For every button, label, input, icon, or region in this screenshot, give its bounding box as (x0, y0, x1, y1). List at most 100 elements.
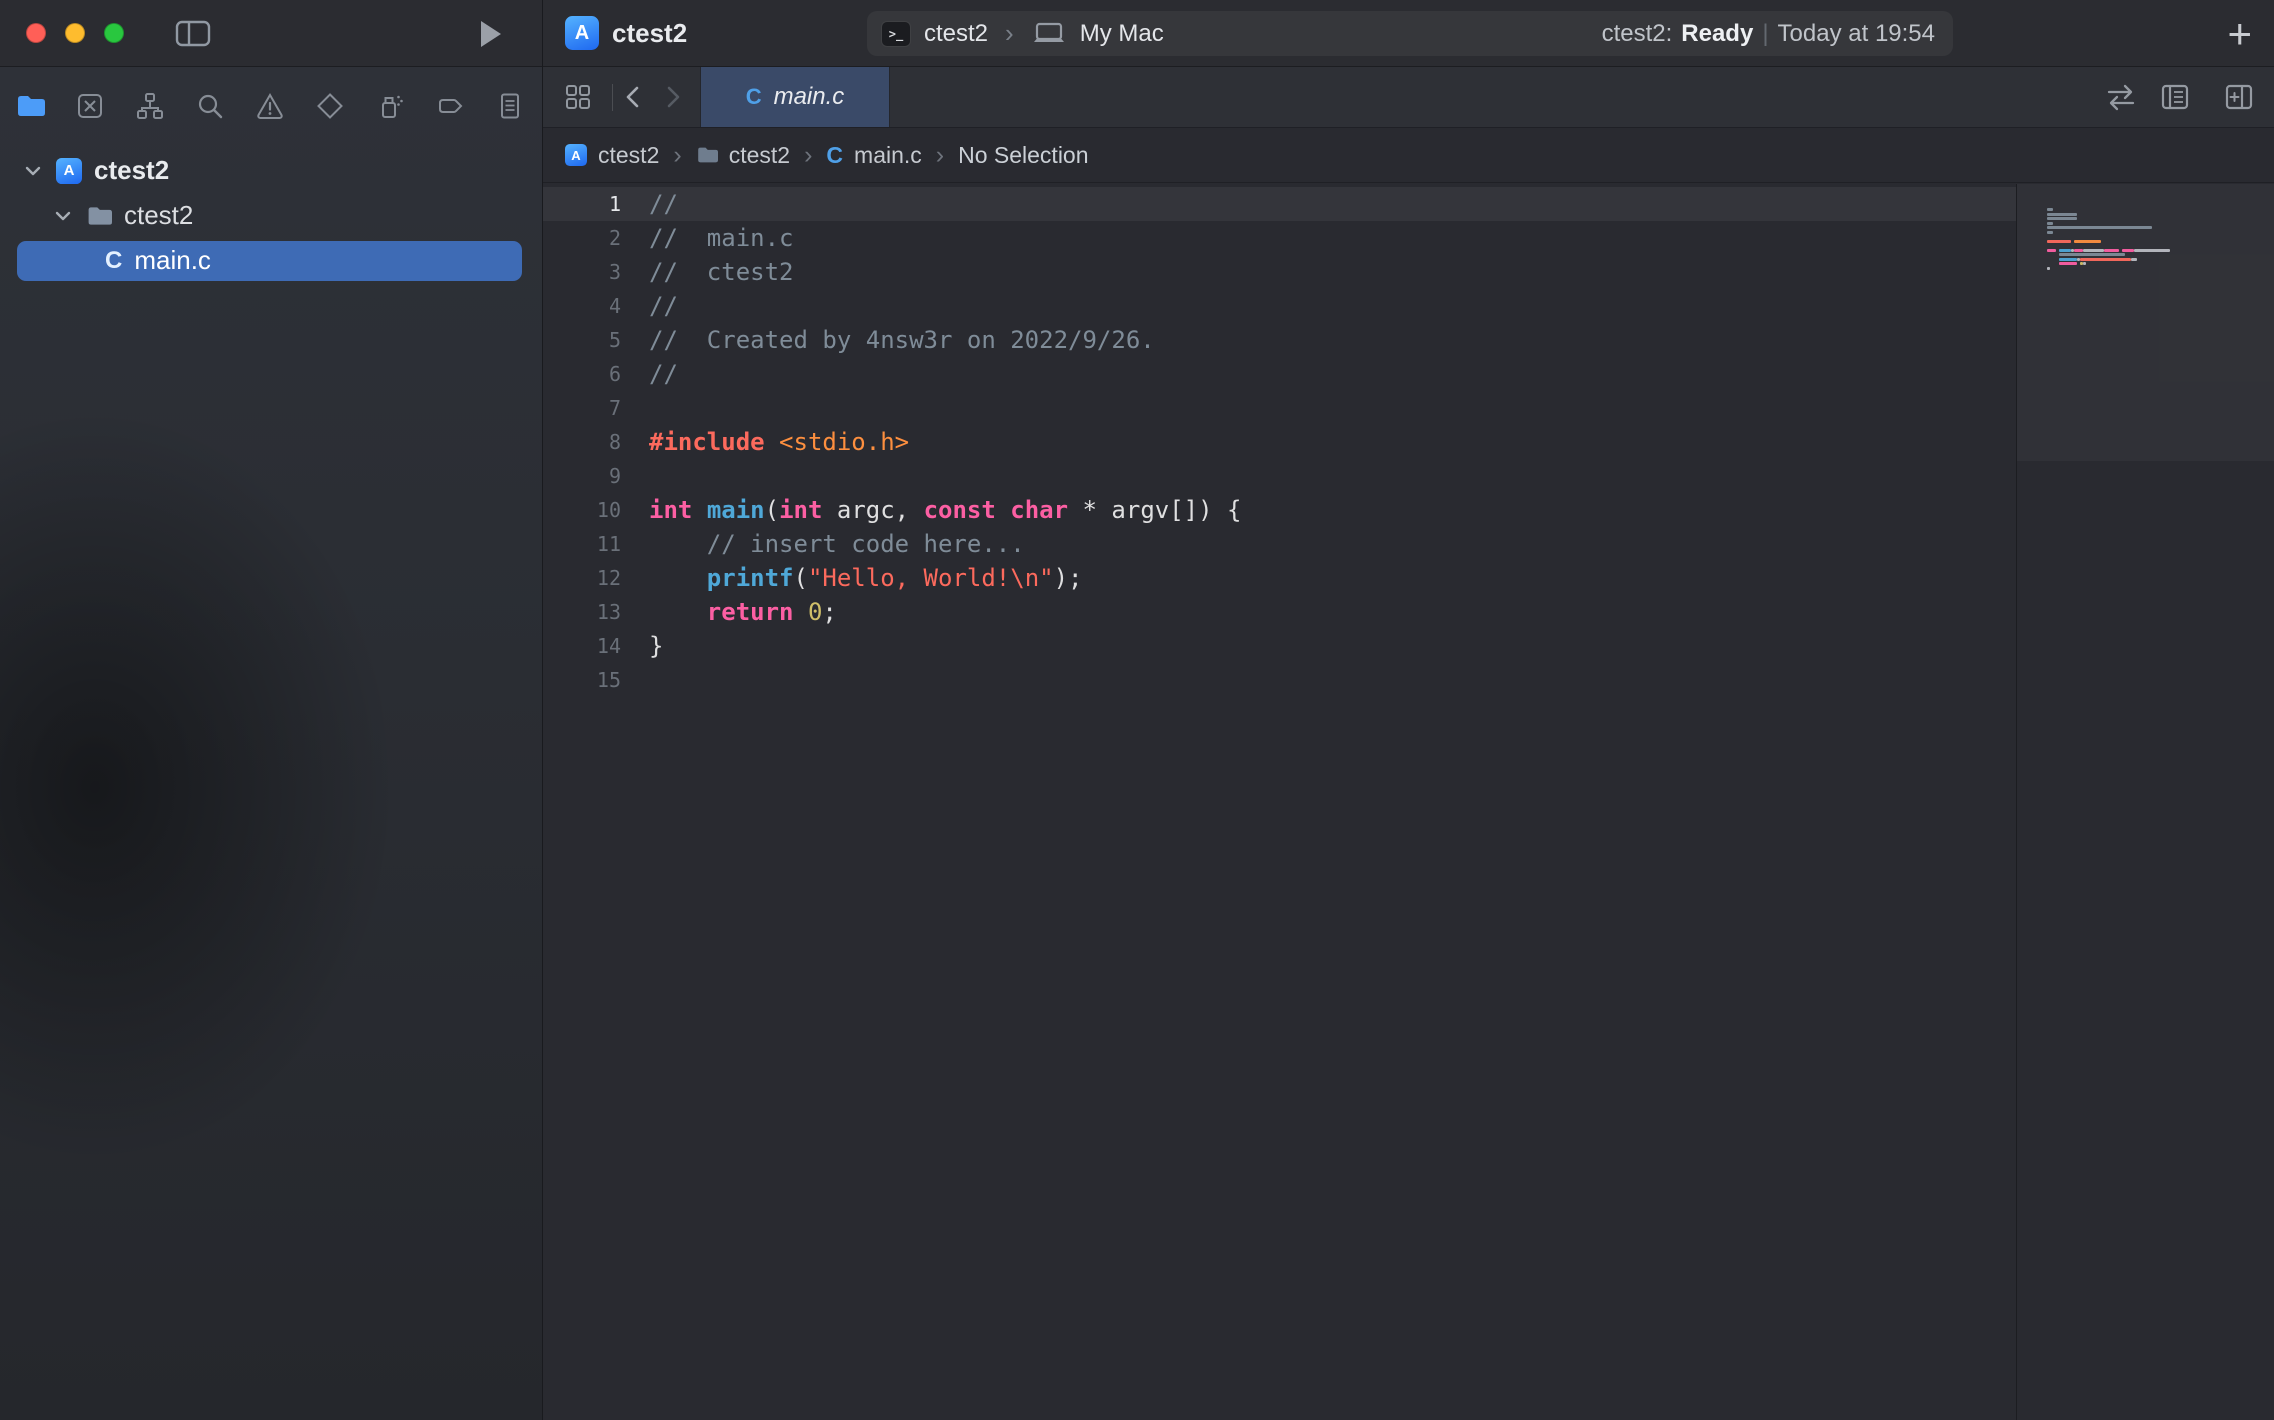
status-time-label: Today at 19:54 (1778, 20, 1935, 48)
disclosure-chevron-icon[interactable] (52, 205, 74, 227)
status-project-label: ctest2: (1602, 20, 1673, 48)
navigator-sidebar: A ctest2 ctest2 C main.c (0, 67, 542, 1420)
sidebar-toggle-icon (174, 18, 212, 48)
xcode-app-icon: A (565, 16, 599, 50)
line-text: return 0; (649, 595, 837, 629)
scheme-and-status-pill: >_ ctest2 › My Mac ctest2: Ready | Today… (867, 11, 1953, 56)
add-editor-icon (2222, 81, 2256, 113)
activity-status[interactable]: ctest2: Ready | Today at 19:54 (1602, 20, 1953, 48)
source-control-navigator-button[interactable] (75, 91, 105, 121)
code-line-14[interactable]: 14} (543, 629, 2016, 663)
compare-arrows-icon (2104, 81, 2138, 113)
report-document-icon (495, 91, 525, 121)
chevron-right-icon: › (933, 141, 947, 170)
line-number: 8 (543, 425, 621, 459)
chevron-right-icon (659, 82, 687, 112)
code-line-3[interactable]: 3// ctest2 (543, 255, 2016, 289)
line-text: // insert code here... (649, 527, 1025, 561)
code-line-10[interactable]: 10 int main(int argc, const char * argv[]… (543, 493, 2016, 527)
code-line-6[interactable]: 6// (543, 357, 2016, 391)
line-number: 12 (543, 561, 621, 595)
close-window-button[interactable] (26, 23, 46, 43)
editor-options-icon (2158, 81, 2192, 113)
terminal-scheme-icon: >_ (881, 21, 911, 47)
folder-icon (696, 144, 718, 166)
line-text: // Created by 4nsw3r on 2022/9/26. (649, 323, 1155, 357)
minimap[interactable] (2017, 184, 2274, 1420)
report-navigator-button[interactable] (495, 91, 525, 121)
debug-navigator-button[interactable] (375, 91, 405, 121)
toolbar-separator (612, 84, 613, 111)
code-line-2[interactable]: 2// main.c (543, 221, 2016, 255)
line-number: 6 (543, 357, 621, 391)
line-text: // (649, 187, 678, 221)
status-divider: | (1762, 20, 1768, 48)
disclosure-chevron-icon[interactable] (22, 160, 44, 182)
zoom-window-button[interactable] (104, 23, 124, 43)
code-line-12[interactable]: 12 printf("Hello, World!\n"); (543, 561, 2016, 595)
line-number: 13 (543, 595, 621, 629)
c-file-icon: C (826, 142, 843, 169)
code-line-8[interactable]: 8 #include <stdio.h> (543, 425, 2016, 459)
code-line-13[interactable]: 13 return 0; (543, 595, 2016, 629)
related-items-button[interactable] (563, 82, 593, 112)
find-navigator-button[interactable] (195, 91, 225, 121)
source-control-icon (75, 91, 105, 121)
grid-icon (563, 82, 593, 112)
scheme-target-label[interactable]: ctest2 (924, 20, 988, 48)
breadcrumb-project[interactable]: ctest2 (598, 142, 659, 169)
code-line-1[interactable]: 1// (543, 187, 2016, 221)
run-button[interactable] (477, 19, 503, 49)
breakpoint-tag-icon (435, 91, 465, 121)
sidebar-divider[interactable] (542, 0, 543, 1420)
code-line-4[interactable]: 4// (543, 289, 2016, 323)
code-line-15[interactable]: 15 (543, 663, 2016, 697)
line-text: #include <stdio.h> (649, 425, 909, 459)
xcode-window: A ctest2 >_ ctest2 › My Mac ctest2: Read… (0, 0, 2274, 1420)
breadcrumb-file[interactable]: main.c (854, 142, 922, 169)
tree-item-project-ctest2[interactable]: A ctest2 (0, 148, 542, 193)
line-text: } (649, 629, 663, 663)
project-tree: A ctest2 ctest2 C main.c (0, 148, 542, 283)
spray-can-icon (375, 91, 405, 121)
line-text: int main(int argc, const char * argv[]) … (649, 493, 1241, 527)
minimize-window-button[interactable] (65, 23, 85, 43)
go-back-button[interactable] (619, 82, 647, 112)
line-text: printf("Hello, World!\n"); (649, 561, 1083, 595)
tree-item-group-ctest2[interactable]: ctest2 (0, 193, 542, 238)
tree-item-main-c[interactable]: C main.c (17, 241, 522, 281)
project-navigator-button[interactable] (15, 91, 45, 121)
code-review-button[interactable] (2104, 81, 2138, 113)
chevron-left-icon (619, 82, 647, 112)
breakpoint-navigator-button[interactable] (435, 91, 465, 121)
go-forward-button[interactable] (659, 82, 687, 112)
mac-destination-icon (1031, 21, 1067, 47)
navigator-bar (0, 75, 542, 136)
code-lines: 1//2// main.c3// ctest24//5// Created by… (543, 187, 2016, 697)
breadcrumb-selection[interactable]: No Selection (958, 142, 1088, 169)
line-number: 10 (543, 493, 621, 527)
line-text: // (649, 289, 678, 323)
line-number: 9 (543, 459, 621, 493)
library-add-button[interactable]: + (2219, 0, 2260, 67)
code-line-5[interactable]: 5// Created by 4nsw3r on 2022/9/26. (543, 323, 2016, 357)
issue-navigator-button[interactable] (255, 91, 285, 121)
toggle-sidebar-button[interactable] (174, 18, 212, 48)
chevron-right-icon: › (670, 141, 684, 170)
code-line-11[interactable]: 11 // insert code here... (543, 527, 2016, 561)
symbol-navigator-button[interactable] (135, 91, 165, 121)
source-editor[interactable]: 1//2// main.c3// ctest24//5// Created by… (543, 184, 2274, 1420)
editor-options-button[interactable] (2158, 81, 2192, 113)
scheme-destination-label[interactable]: My Mac (1080, 20, 1164, 48)
tree-item-main-c-row: C main.c (0, 238, 542, 283)
scheme-selector[interactable]: >_ ctest2 › My Mac (867, 18, 1164, 49)
line-text: // ctest2 (649, 255, 794, 289)
code-line-9[interactable]: 9 (543, 459, 2016, 493)
tab-main-c[interactable]: C main.c (700, 67, 890, 127)
line-number: 11 (543, 527, 621, 561)
breadcrumb-group[interactable]: ctest2 (729, 142, 790, 169)
test-navigator-button[interactable] (315, 91, 345, 121)
warning-triangle-icon (255, 91, 285, 121)
code-line-7[interactable]: 7 (543, 391, 2016, 425)
add-editor-button[interactable] (2222, 81, 2256, 113)
